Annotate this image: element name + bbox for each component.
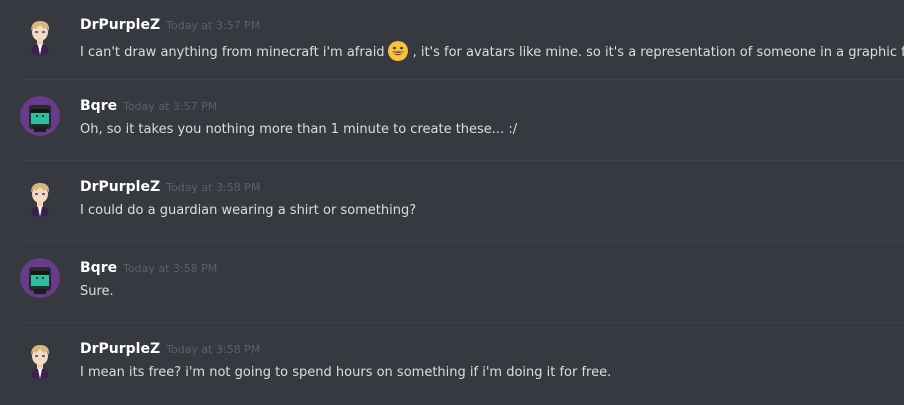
avatar-drpurplez-icon [20, 177, 60, 217]
message-text: I mean its free? i'm not going to spend … [80, 365, 612, 380]
avatar[interactable] [20, 96, 60, 136]
grinning-face-emoji-icon[interactable] [387, 40, 409, 62]
timestamp: Today at 3:58 PM [123, 262, 218, 275]
timestamp: Today at 3:57 PM [123, 100, 218, 113]
avatar-bqre-icon [20, 96, 60, 136]
message-divider [20, 79, 904, 80]
message-content: I mean its free? i'm not going to spend … [80, 364, 611, 382]
message-content: I can't draw anything from minecraft i'm… [80, 40, 904, 62]
message-divider [20, 241, 904, 242]
timestamp: Today at 3:58 PM [166, 181, 261, 194]
username[interactable]: Bqre Today at 3:58 PM [80, 260, 217, 276]
message-content: I could do a guardian wearing a shirt or… [80, 202, 416, 220]
chat-message: DrPurpleZ Today at 3:58 PM I mean its fre… [0, 324, 904, 404]
chat-message: DrPurpleZ Today at 3:58 PM I could do a g… [0, 162, 904, 242]
author-name[interactable]: Bqre [80, 98, 117, 114]
message-text: I could do a guardian wearing a shirt or… [80, 203, 417, 218]
message-text: Oh, so it takes you nothing more than 1 … [80, 122, 518, 137]
timestamp: Today at 3:57 PM [166, 19, 261, 32]
chat-message: Bqre Today at 3:58 PM Sure. [0, 243, 904, 323]
avatar[interactable] [20, 15, 60, 55]
message-text: , it's for avatars like mine. so it's a … [412, 45, 904, 60]
author-name[interactable]: DrPurpleZ [80, 179, 160, 195]
message-content: Oh, so it takes you nothing more than 1 … [80, 121, 517, 139]
avatar[interactable] [20, 177, 60, 217]
username[interactable]: Bqre Today at 3:57 PM [80, 98, 217, 114]
chat-message-list: DrPurpleZ Today at 3:57 PM I can't draw a… [0, 0, 904, 405]
avatar-drpurplez-icon [20, 15, 60, 55]
timestamp: Today at 3:58 PM [166, 343, 261, 356]
message-divider [20, 322, 904, 323]
avatar-bqre-icon [20, 258, 60, 298]
avatar[interactable] [20, 258, 60, 298]
author-name[interactable]: Bqre [80, 260, 117, 276]
author-name[interactable]: DrPurpleZ [80, 17, 160, 33]
avatar[interactable] [20, 339, 60, 379]
username[interactable]: DrPurpleZ Today at 3:58 PM [80, 341, 260, 357]
chat-message: DrPurpleZ Today at 3:57 PM I can't draw a… [0, 0, 904, 80]
username[interactable]: DrPurpleZ Today at 3:57 PM [80, 17, 260, 33]
author-name[interactable]: DrPurpleZ [80, 341, 160, 357]
message-divider [20, 160, 904, 161]
chat-message: Bqre Today at 3:57 PM Oh, so it takes you… [0, 81, 904, 161]
message-text: I can't draw anything from minecraft i'm… [80, 45, 385, 60]
username[interactable]: DrPurpleZ Today at 3:58 PM [80, 179, 260, 195]
avatar-drpurplez-icon [20, 339, 60, 379]
message-text: Sure. [80, 284, 114, 299]
message-content: Sure. [80, 283, 114, 301]
